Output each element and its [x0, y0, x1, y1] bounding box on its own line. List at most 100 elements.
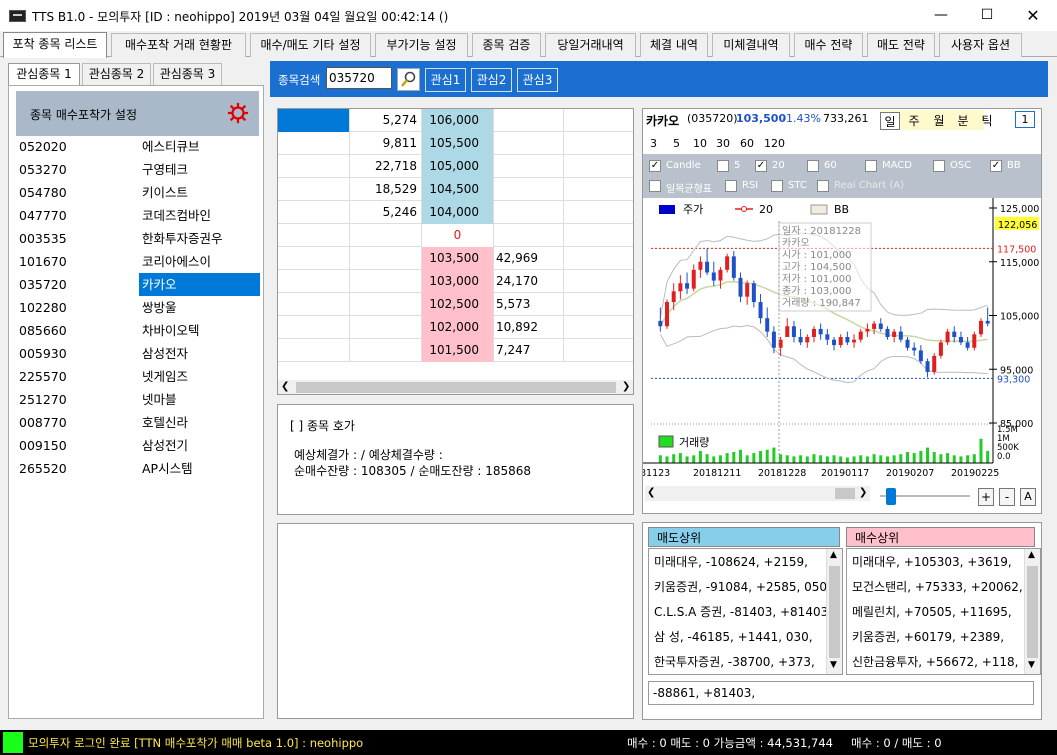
tab-addon-settings[interactable]: 부가기능 설정 — [375, 33, 468, 57]
chart-scroll-right-icon[interactable]: ❯ — [859, 487, 867, 498]
list-item[interactable]: 008770 호텔신라 — [12, 411, 260, 434]
scroll-down-icon[interactable]: ▼ — [830, 660, 837, 670]
table-row[interactable]: 101,500 7,247 — [278, 339, 633, 362]
fav-button-2[interactable]: 관심2 — [471, 68, 512, 92]
indicator-checkbox[interactable] — [717, 160, 729, 172]
period-number[interactable]: 1 — [1015, 111, 1035, 128]
table-row[interactable]: 103,500 42,969 — [278, 247, 633, 270]
tab-stock-verify[interactable]: 종목 검증 — [472, 33, 541, 57]
tab-unfilled-orders[interactable]: 미체결내역 — [712, 33, 790, 57]
table-row[interactable]: 18,529 104,500 — [278, 178, 633, 201]
list-item[interactable]: 003535 한화투자증권우 — [12, 227, 260, 250]
min-opt-60[interactable]: 60 — [740, 137, 754, 150]
indicator-checkbox[interactable] — [649, 180, 661, 192]
list-item[interactable]: 009150 삼성전기 — [12, 434, 260, 457]
buy-list-scrollbar[interactable]: ▲ ▼ — [1024, 549, 1040, 674]
maximize-icon[interactable]: ☐ — [964, 0, 1010, 31]
sell-rank-list[interactable]: 한국투자증권, -38700, +373, 삼 성, -46185, +1441,… — [648, 548, 843, 675]
list-item[interactable]: 053270 구영테크 — [12, 158, 260, 181]
tab-buy-sell-settings[interactable]: 매수/매도 기타 설정 — [250, 33, 371, 57]
list-item[interactable]: 메릴린치, +70505, +11695, — [852, 603, 1012, 620]
zoom-in-button[interactable]: + — [978, 488, 994, 506]
tab-watchlist-3[interactable]: 관심종목 3 — [153, 63, 222, 85]
search-button[interactable] — [397, 68, 420, 91]
list-item[interactable]: C.L.S.A 증권, -81403, +81403, — [654, 603, 832, 620]
zoom-slider-thumb[interactable] — [886, 488, 896, 505]
scroll-thumb[interactable] — [296, 382, 616, 393]
min-opt-10[interactable]: 10 — [693, 137, 707, 150]
list-item[interactable]: 265520 AP시스템 — [12, 457, 260, 480]
min-opt-5[interactable]: 5 — [673, 137, 680, 150]
indicator-checkbox[interactable] — [725, 180, 737, 192]
indicator-checkbox[interactable]: ✓ — [755, 160, 767, 172]
chart-scroll-thumb[interactable] — [835, 488, 855, 499]
list-item[interactable]: 한국투자증권, -38700, +373, — [654, 653, 815, 670]
tab-capture-list[interactable]: 포착 종목 리스트 — [3, 32, 107, 58]
tab-watchlist-2[interactable]: 관심종목 2 — [82, 63, 151, 85]
zoom-out-button[interactable]: - — [999, 488, 1015, 506]
list-item[interactable]: 035720 카카오 — [12, 273, 260, 296]
indicator-checkbox[interactable] — [817, 180, 829, 192]
list-item[interactable]: 251270 넷마블 — [12, 388, 260, 411]
list-item[interactable]: 054780 키이스트 — [12, 181, 260, 204]
list-item[interactable]: 102280 쌍방울 — [12, 296, 260, 319]
chart-hscrollbar[interactable]: ❮ ❯ — [645, 486, 870, 501]
fav-button-1[interactable]: 관심1 — [425, 68, 466, 92]
period-week[interactable]: 주 — [904, 112, 924, 130]
indicator-checkbox[interactable] — [807, 160, 819, 172]
list-item[interactable]: 키움증권, -91084, +2585, 050, — [654, 578, 831, 595]
list-item[interactable]: 모건스탠리, +75333, +20062, — [852, 578, 1023, 595]
period-day[interactable]: 일 — [880, 112, 900, 130]
chart-scroll-left-icon[interactable]: ❮ — [647, 487, 655, 498]
scroll-right-icon[interactable]: ❯ — [622, 381, 630, 392]
tab-buy-strategy[interactable]: 매수 전략 — [794, 33, 863, 57]
indicator-checkbox[interactable]: ✓ — [649, 160, 661, 172]
table-row[interactable]: 102,500 5,573 — [278, 293, 633, 316]
table-row[interactable]: 9,811 105,500 — [278, 132, 633, 155]
scroll-down-icon[interactable]: ▼ — [1028, 660, 1035, 670]
tab-watchlist-1[interactable]: 관심종목 1 — [8, 63, 80, 85]
list-item[interactable]: 225570 넷게임즈 — [12, 365, 260, 388]
period-minute[interactable]: 분 — [953, 112, 973, 130]
scroll-up-icon[interactable]: ▲ — [830, 550, 837, 560]
list-item[interactable]: 신한금융투자, +56672, +118, — [852, 653, 1019, 670]
list-item[interactable]: 101670 코리아에스이 — [12, 250, 260, 273]
sell-list-scrollbar[interactable]: ▲ ▼ — [826, 549, 842, 674]
period-tick[interactable]: 틱 — [977, 112, 997, 130]
min-opt-120[interactable]: 120 — [764, 137, 785, 150]
price-chart[interactable]: 125,000115,000105,00095,00085,000122,056… — [643, 198, 1041, 483]
list-item[interactable]: 085660 차바이오텍 — [12, 319, 260, 342]
order-book-hscrollbar[interactable]: ❮ ❯ — [278, 380, 633, 394]
capture-price-setting[interactable]: 종목 매수포착가 설정 — [16, 91, 259, 136]
scroll-left-icon[interactable]: ❮ — [281, 381, 289, 392]
list-item[interactable]: 005930 삼성전자 — [12, 342, 260, 365]
tab-capture-dashboard[interactable]: 매수포착 거래 현황판 — [111, 33, 246, 57]
table-row[interactable]: 102,000 10,892 — [278, 316, 633, 339]
indicator-checkbox[interactable]: ✓ — [990, 160, 1002, 172]
table-row[interactable]: 5,274 106,000 — [278, 109, 633, 132]
table-row[interactable]: 22,718 105,000 — [278, 155, 633, 178]
auto-scale-button[interactable]: A — [1020, 488, 1036, 506]
close-icon[interactable]: ✕ — [1010, 0, 1056, 31]
list-item[interactable]: 키움증권, +60179, +2389, — [852, 628, 1004, 645]
table-row[interactable]: 0 — [278, 224, 633, 247]
scroll-thumb[interactable] — [829, 566, 840, 658]
gear-icon[interactable] — [227, 102, 249, 124]
fav-button-3[interactable]: 관심3 — [517, 68, 558, 92]
indicator-checkbox[interactable] — [771, 180, 783, 192]
tab-sell-strategy[interactable]: 매도 전략 — [867, 33, 935, 57]
min-opt-30[interactable]: 30 — [716, 137, 730, 150]
buy-rank-list[interactable]: 신한금융투자, +56672, +118, 키움증권, +60179, +2389… — [846, 548, 1041, 675]
indicator-checkbox[interactable] — [933, 160, 945, 172]
tab-filled-orders[interactable]: 체결 내역 — [640, 33, 708, 57]
tab-today-trades[interactable]: 당일거래내역 — [545, 33, 636, 57]
list-item[interactable]: 미래대우, +105303, +3619, — [852, 553, 1012, 570]
stock-code-input[interactable] — [326, 67, 392, 89]
indicator-checkbox[interactable] — [865, 160, 877, 172]
table-row[interactable]: 5,246 104,000 — [278, 201, 633, 224]
minimize-icon[interactable]: — — [918, 0, 964, 31]
list-item[interactable]: 미래대우, -108624, +2159, — [654, 553, 808, 570]
scroll-up-icon[interactable]: ▲ — [1028, 550, 1035, 560]
list-item[interactable]: 052020 에스티큐브 — [12, 135, 260, 158]
min-opt-3[interactable]: 3 — [650, 137, 657, 150]
